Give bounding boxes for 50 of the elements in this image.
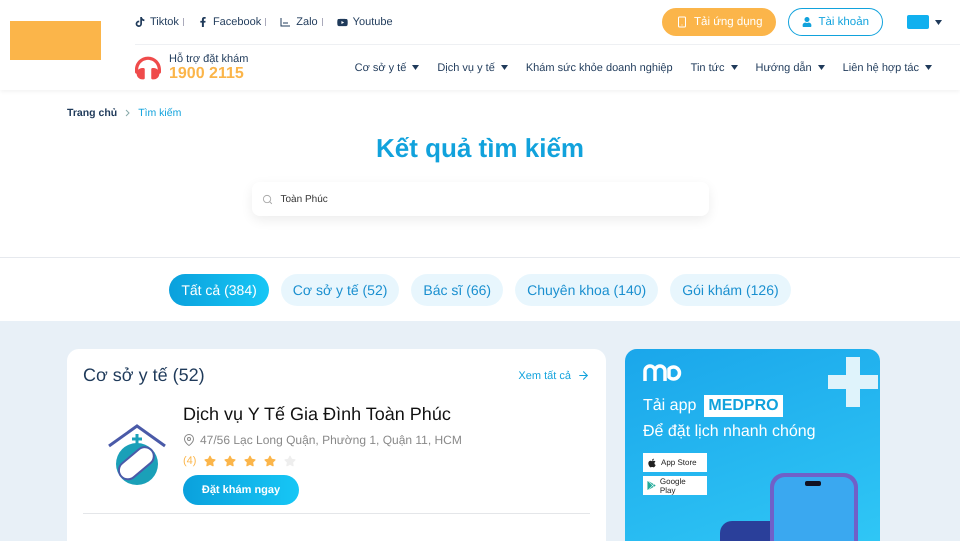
location-pin-icon: [183, 434, 195, 446]
clinic-name[interactable]: Dịch vụ Y Tế Gia Đình Toàn Phúc: [183, 404, 462, 425]
social-link[interactable]: Zalo: [261, 16, 318, 28]
phone-icon: [676, 16, 688, 28]
star-icon: [244, 455, 256, 467]
apple-icon: [647, 458, 657, 468]
tiktok-icon: [135, 17, 145, 27]
cross-icon: [826, 355, 880, 409]
user-icon: [802, 17, 812, 27]
play-icon: [647, 481, 656, 490]
app-promo-banner[interactable]: Tải app MEDPRO Để đặt lịch nhanh chóng App Store Google Play: [625, 349, 880, 541]
rating-count: (4): [183, 455, 196, 467]
clinic-logo-icon: [105, 422, 169, 486]
caret-icon[interactable]: [935, 20, 942, 24]
star-icon: [204, 455, 216, 467]
chevron-icon: [125, 109, 130, 117]
nav-item[interactable]: Tin tức: [690, 62, 738, 74]
caret-icon[interactable]: [925, 65, 932, 70]
nav-item[interactable]: Dịch vụ y tế: [437, 62, 508, 74]
hotline-number: 1900 2115: [169, 64, 245, 82]
card-title: Cơ sở y tế (52): [83, 365, 205, 386]
page-title: Kết quả tìm kiếm: [376, 133, 584, 164]
nav-item[interactable]: Hướng dẫn: [756, 62, 825, 74]
caret-icon[interactable]: [730, 65, 738, 70]
chat-icon: [280, 16, 292, 28]
brand-label: MEDPRO: [704, 395, 783, 417]
search-field[interactable]: Toàn Phúc: [252, 182, 708, 216]
promo-subtitle: Để đặt lịch nhanh chóng: [643, 423, 817, 441]
nav-item[interactable]: Khám sức khỏe doanh nghiệp: [526, 62, 673, 74]
social-link[interactable]: Facebook: [178, 16, 262, 28]
clinic-address: 47/56 Lạc Long Quận, Phường 1, Quận 11, HCM: [183, 433, 462, 447]
store-badge[interactable]: App Store: [643, 453, 707, 472]
caret-icon[interactable]: [500, 65, 508, 70]
star-icon: [224, 455, 236, 467]
caret-icon[interactable]: [412, 65, 420, 70]
star-icon: [264, 455, 276, 467]
social-link[interactable]: Tiktok: [135, 16, 179, 28]
promo-text: Tải app: [643, 397, 696, 415]
caret-icon[interactable]: [818, 65, 825, 70]
arrow-right-icon: [577, 369, 590, 382]
headset-icon: [135, 54, 161, 80]
hotline-label: Hỗ trợ đặt khám: [169, 52, 248, 64]
store-badge[interactable]: Google Play: [643, 476, 707, 495]
facebook-icon: [198, 17, 208, 27]
nav-item[interactable]: Cơ sở y tế: [354, 62, 420, 74]
social-link[interactable]: Youtube: [318, 16, 393, 28]
search-icon: [262, 194, 272, 204]
youtube-icon: [336, 16, 348, 28]
nav-item[interactable]: Liên hệ hợp tác: [842, 62, 932, 74]
breadcrumb-link[interactable]: Trang chủ: [67, 107, 118, 119]
